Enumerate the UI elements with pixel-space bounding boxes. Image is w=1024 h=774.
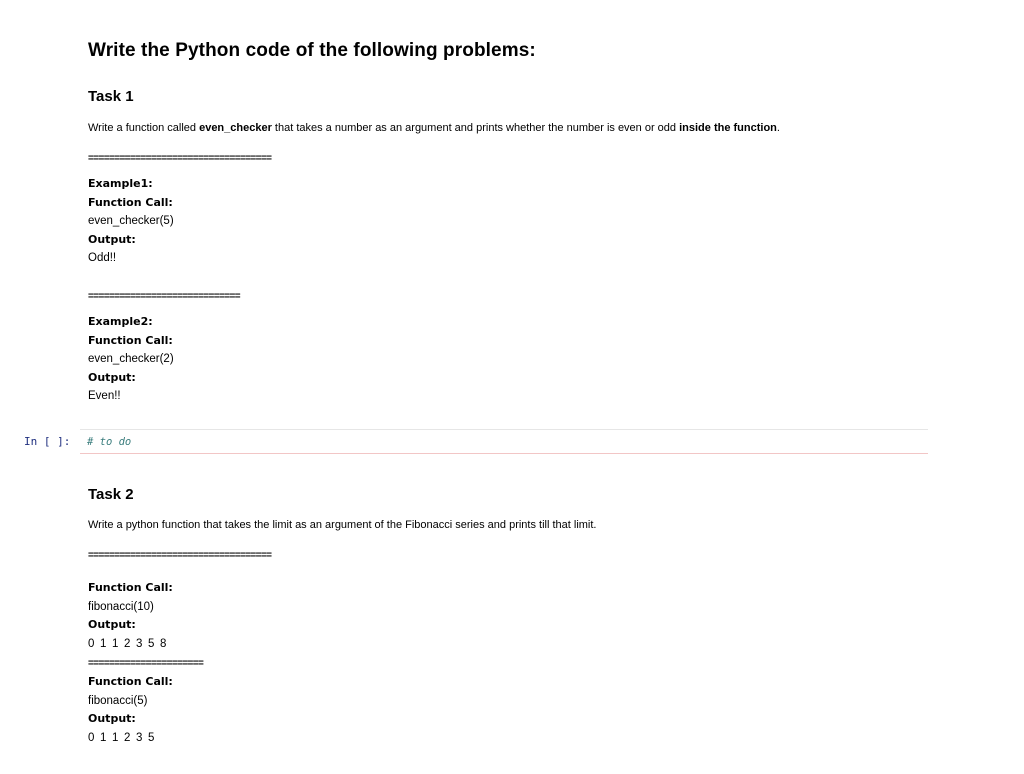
example2-label: Example2:	[88, 315, 153, 328]
fib-ex2-output-label: Output:	[88, 712, 136, 726]
task1-example2: Example2: Function Call: even_checker(2)…	[88, 313, 948, 406]
task2-example2: Function Call: fibonacci(5) Output: 0 1 …	[88, 673, 948, 747]
fib-ex1-call: fibonacci(10)	[88, 600, 154, 613]
example2-output-label: Output:	[88, 370, 136, 384]
fib-ex2-output: 0 1 1 2 3 5	[88, 731, 156, 744]
task2-title: Task 2	[88, 486, 134, 503]
fib-ex1-output-label: Output:	[88, 618, 136, 632]
page-title: Write the Python code of the following p…	[88, 40, 536, 61]
fib-ex1-call-label: Function Call:	[88, 581, 173, 594]
task2-separator-1: ===================================	[88, 550, 272, 561]
example2-call: even_checker(2)	[88, 353, 174, 366]
task2-separator-2: ======================	[88, 658, 204, 669]
example1-call: even_checker(5)	[88, 215, 174, 228]
task1-description: Write a function called even_checker tha…	[88, 121, 948, 135]
task1-title: Task 1	[88, 88, 134, 105]
task1-desc-function-name: even_checker	[199, 122, 272, 134]
fib-ex1-output: 0 1 1 2 3 5 8	[88, 637, 168, 650]
example1-label: Example1:	[88, 177, 153, 190]
task1-desc-prefix: Write a function called	[88, 122, 200, 134]
fib-ex2-call-label: Function Call:	[88, 675, 173, 688]
fib-ex2-call: fibonacci(5)	[88, 694, 148, 707]
example2-output: Even!!	[88, 390, 121, 403]
example1-output: Odd!!	[88, 252, 117, 265]
cell-prompt: In [ ]:	[24, 435, 71, 448]
task1-example1: Example1: Function Call: even_checker(5)…	[88, 175, 948, 268]
task2-example1: Function Call: fibonacci(10) Output: 0 1…	[88, 579, 948, 653]
task1-separator-2: =============================	[88, 291, 241, 302]
example1-call-label: Function Call:	[88, 195, 173, 209]
code-cell[interactable]: # to do	[80, 429, 928, 454]
example2-call-label: Function Call:	[88, 333, 173, 347]
example1-output-label: Output:	[88, 232, 136, 246]
task2-description: Write a python function that takes the l…	[88, 519, 597, 531]
task1-desc-bold: inside the function	[679, 122, 777, 134]
task1-separator-1: ===================================	[88, 153, 272, 164]
task1-desc-middle: that takes a number as an argument and p…	[271, 122, 680, 134]
task1-desc-end: .	[776, 122, 780, 134]
code-cell-input[interactable]: # to do	[87, 436, 131, 448]
